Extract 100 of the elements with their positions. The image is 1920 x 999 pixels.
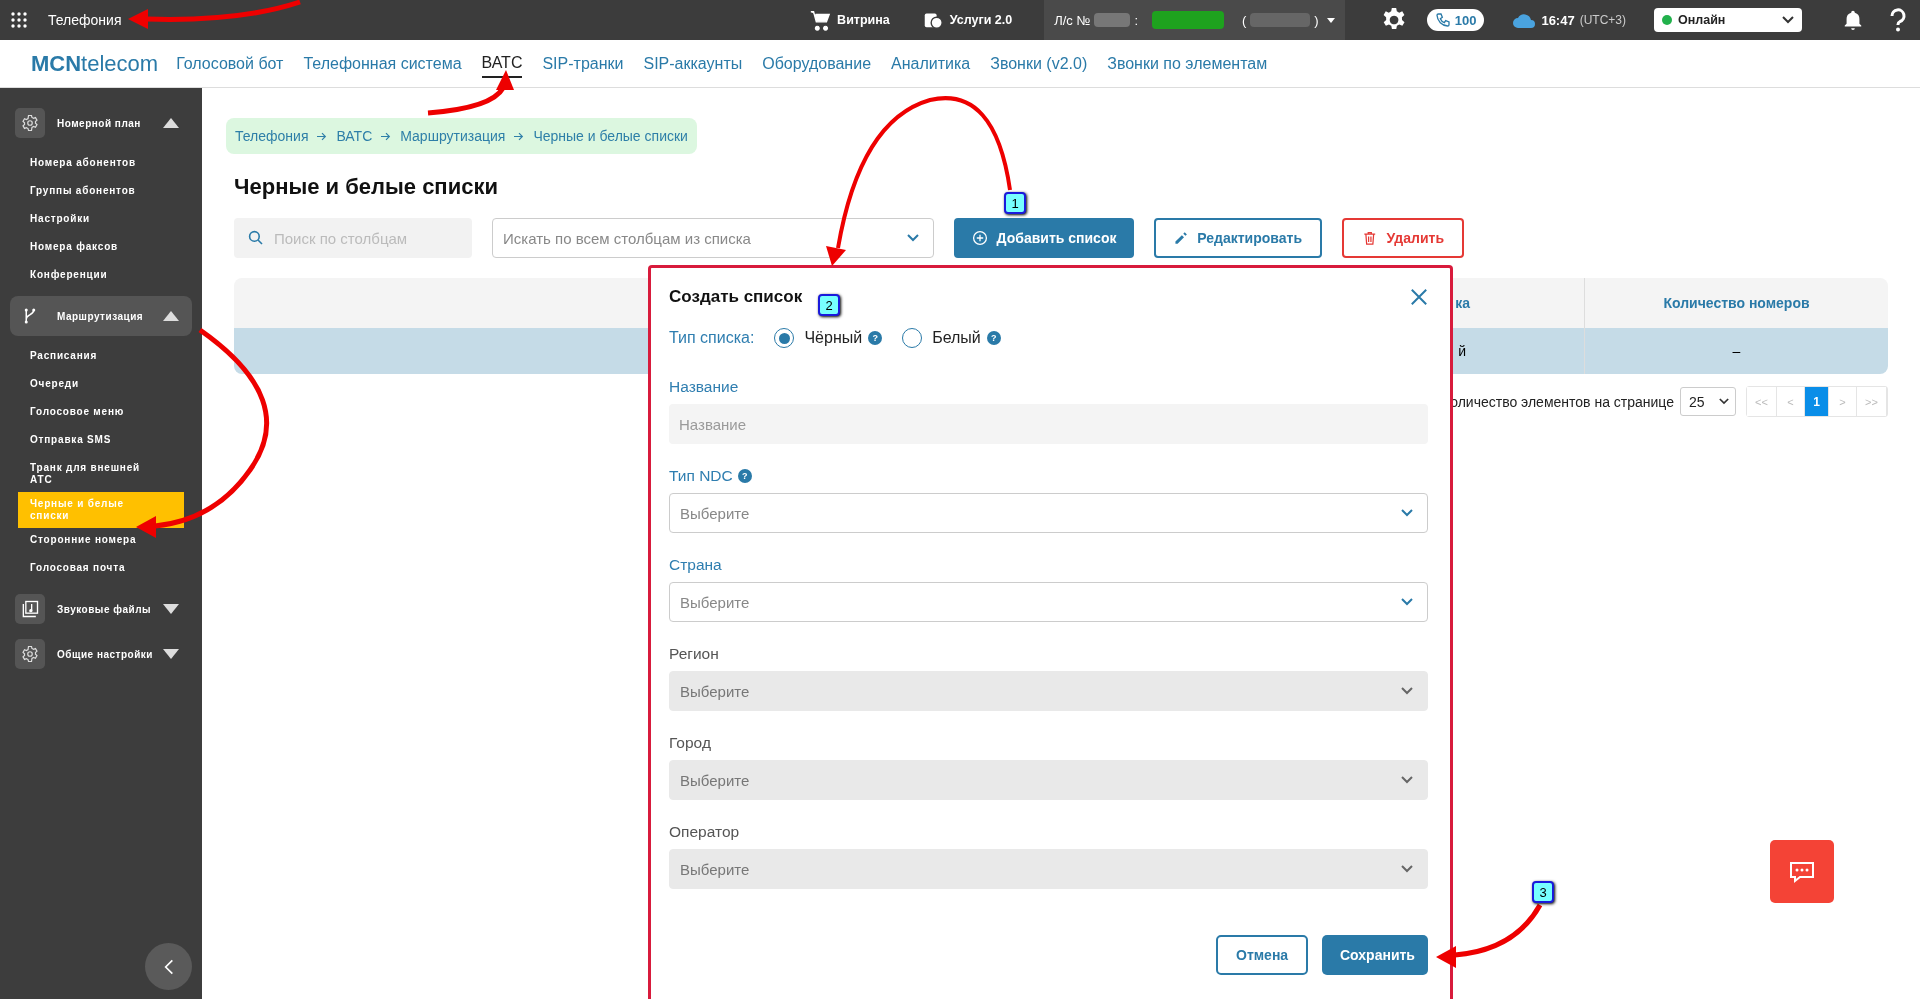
account-selector[interactable]: Л/с № : ( ) xyxy=(1044,0,1345,40)
step-badge: 1 xyxy=(1004,192,1026,214)
edit-button[interactable]: Редактировать xyxy=(1154,218,1322,258)
nav-tab[interactable]: Оборудование xyxy=(762,50,872,77)
help-badge[interactable]: ? xyxy=(737,469,752,483)
arrow-icon xyxy=(381,131,392,141)
sidebar-item[interactable]: Номера факсов xyxy=(18,235,184,263)
pencil-icon xyxy=(1174,229,1189,247)
sidebar-item[interactable]: Группы абонентов xyxy=(18,179,184,207)
nav-tab[interactable]: SIP-аккаунты xyxy=(643,50,743,77)
nav-tab[interactable]: Аналитика xyxy=(891,50,971,77)
apps-grid-icon[interactable] xyxy=(10,11,28,29)
select-field[interactable]: Выберите xyxy=(669,493,1428,533)
cancel-button[interactable]: Отмена xyxy=(1216,935,1308,975)
step-badge: 3 xyxy=(1532,881,1554,903)
list-type-label: Тип списка: xyxy=(669,329,755,347)
sidebar-item[interactable]: Настройки xyxy=(18,207,184,235)
nav-tab[interactable]: Звонки по элементам xyxy=(1107,50,1268,77)
chevron-down-icon xyxy=(907,234,919,242)
sidebar-group[interactable]: Номерной план xyxy=(10,103,192,143)
select-field[interactable]: Выберите xyxy=(669,582,1428,622)
nav-tab[interactable]: SIP-транки xyxy=(542,50,624,77)
sidebar-item[interactable]: Отправка SMS xyxy=(18,428,184,456)
app-title[interactable]: Телефония xyxy=(48,12,122,28)
bell-icon[interactable] xyxy=(1842,9,1864,31)
gear-icon xyxy=(21,114,39,132)
phone-icon xyxy=(1434,12,1451,28)
chat-icon xyxy=(1788,859,1816,884)
page-title: Черные и белые списки xyxy=(234,174,499,200)
sidebar-item[interactable]: Номера абонентов xyxy=(18,151,184,179)
calls-counter[interactable]: 100 xyxy=(1426,9,1485,31)
caret-icon xyxy=(163,604,179,614)
trash-icon xyxy=(1362,230,1378,246)
page-button[interactable]: 1 xyxy=(1805,387,1829,416)
status-dropdown[interactable]: Онлайн xyxy=(1654,8,1802,32)
breadcrumb-link[interactable]: Маршрутизация xyxy=(400,128,506,144)
help-badge[interactable]: ? xyxy=(986,331,1001,345)
sidebar-group[interactable]: Маршрутизация xyxy=(10,296,192,336)
sidebar-item[interactable]: Транк для внешней АТС xyxy=(18,456,184,492)
page-size-label: оличество элементов на странице xyxy=(1450,393,1674,410)
caret-icon xyxy=(163,311,179,321)
breadcrumb-link[interactable]: ВАТС xyxy=(336,128,373,144)
gear-icon xyxy=(21,645,39,663)
dialog-title: Создать список xyxy=(669,287,803,307)
time-text: 16:47 xyxy=(1541,12,1575,28)
caret-icon xyxy=(1326,17,1335,23)
timezone-text: (UTC+3) xyxy=(1579,13,1626,27)
sidebar-item[interactable]: Голосовая почта xyxy=(18,556,184,584)
table-cell-text: – xyxy=(1731,342,1742,361)
nav-tab[interactable]: Голосовой бот xyxy=(176,50,284,77)
add-button[interactable]: Добавить список xyxy=(954,218,1134,258)
arrow-icon xyxy=(317,131,328,141)
name-field[interactable]: Название xyxy=(669,404,1428,444)
sidebar-item[interactable]: Голосовое меню xyxy=(18,400,184,428)
search-icon xyxy=(248,230,264,246)
field-label: Регион xyxy=(669,645,719,663)
help-icon[interactable] xyxy=(1890,8,1906,32)
radio-label[interactable]: Чёрный xyxy=(804,329,863,347)
radio-label[interactable]: Белый xyxy=(932,329,981,347)
caret-icon xyxy=(163,649,179,659)
page-size-select[interactable]: 25 xyxy=(1680,387,1736,416)
chevron-down-icon xyxy=(1401,598,1413,606)
chevron-down-icon xyxy=(1401,865,1413,873)
step-badge: 2 xyxy=(818,294,840,316)
save-button[interactable]: Сохранить xyxy=(1322,935,1428,975)
sidebar-item[interactable]: Сторонние номера xyxy=(18,528,184,556)
chevron-down-icon xyxy=(1782,16,1794,24)
nav-tab[interactable]: Звонки (v2.0) xyxy=(990,50,1088,77)
sidebar-item[interactable]: Очереди xyxy=(18,372,184,400)
column-select[interactable]: Искать по всем столбцам из списка xyxy=(492,218,934,258)
field-label: Город xyxy=(669,734,711,752)
chevron-left-icon xyxy=(163,957,174,976)
chevron-down-icon xyxy=(1401,776,1413,784)
caret-icon xyxy=(163,118,179,128)
chevron-down-icon xyxy=(1719,398,1729,405)
shop-link[interactable]: Витрина xyxy=(809,9,890,31)
sidebar-item[interactable]: Конференции xyxy=(18,263,184,291)
field-label: Название xyxy=(669,378,739,396)
field-label: Тип NDC xyxy=(669,467,733,485)
nav-tab[interactable]: Телефонная система xyxy=(303,50,462,77)
music-files-icon xyxy=(20,599,40,619)
services-link[interactable]: Услуги 2.0 xyxy=(921,9,1013,31)
delete-button[interactable]: Удалить xyxy=(1342,218,1464,258)
breadcrumb-link[interactable]: Телефония xyxy=(235,128,309,144)
sidebar-group[interactable]: Общие настройки xyxy=(10,634,192,674)
column-header[interactable]: Количество номеров xyxy=(1585,278,1888,328)
field-label: Оператор xyxy=(669,823,740,841)
field-label: Страна xyxy=(669,556,722,574)
sidebar-group[interactable]: Звуковые файлы xyxy=(10,589,192,629)
cart-icon xyxy=(809,9,832,31)
breadcrumb-link[interactable]: Черные и белые списки xyxy=(533,128,688,144)
sidebar-item[interactable]: Расписания xyxy=(18,344,184,372)
chevron-down-icon xyxy=(1401,509,1413,517)
logo[interactable]: MCNtelecom xyxy=(31,50,159,77)
plus-circle-icon xyxy=(971,230,988,246)
help-badge[interactable]: ? xyxy=(868,331,883,345)
chat-button[interactable] xyxy=(1770,840,1834,903)
close-icon[interactable] xyxy=(1410,288,1428,306)
arrow-icon xyxy=(514,131,525,141)
chevron-down-icon xyxy=(1401,687,1413,695)
